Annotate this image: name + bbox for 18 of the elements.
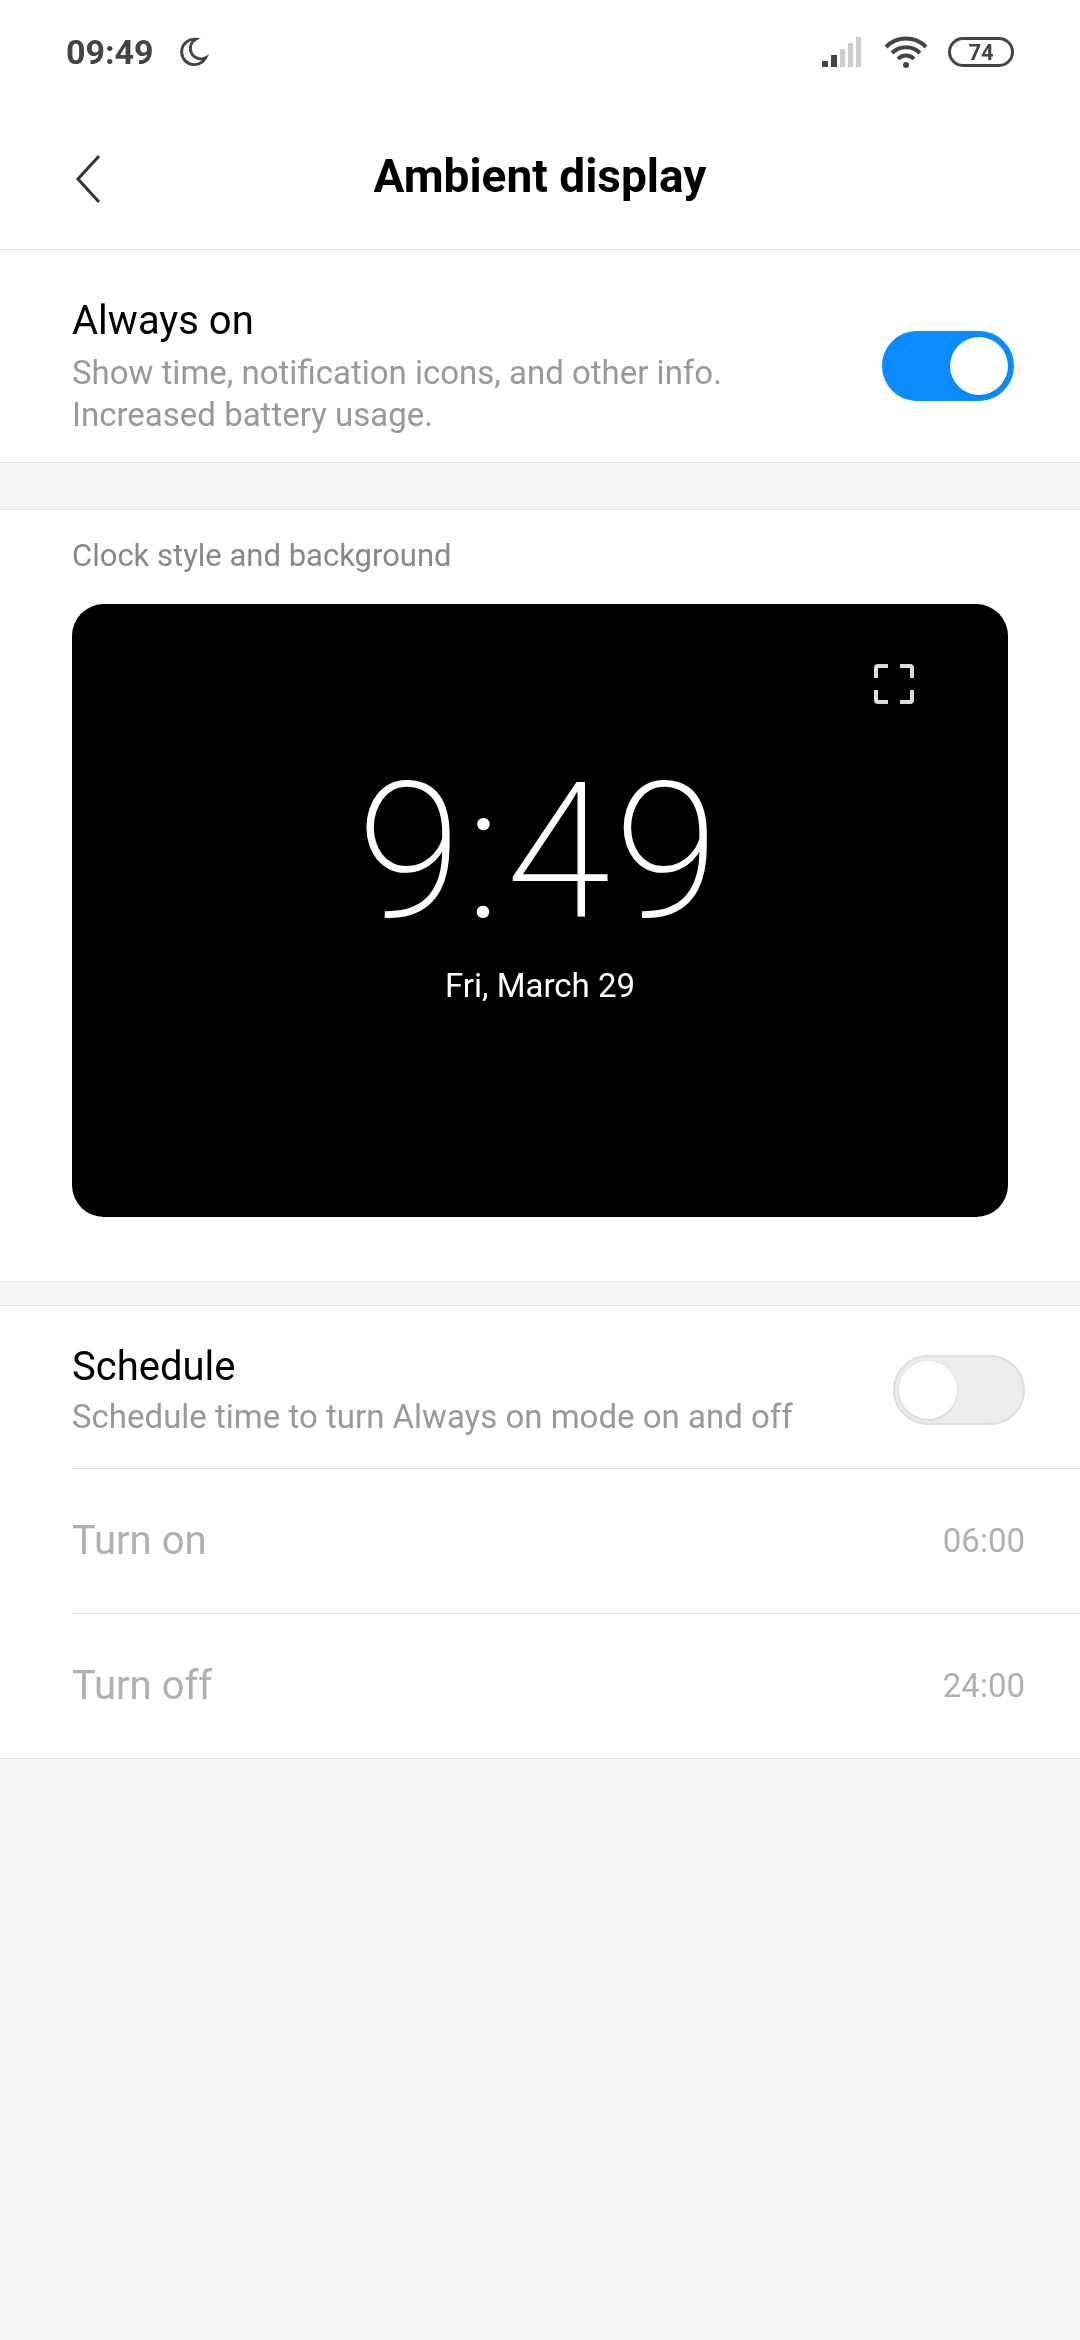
page-title: Ambient display [373, 148, 707, 205]
section-label: Clock style and background [72, 536, 453, 576]
row-label: Turn off [72, 1661, 213, 1711]
setting-description: Schedule time to turn Always on mode on and off [72, 1396, 794, 1438]
setting-title: Schedule [72, 1342, 237, 1392]
clock-time: 9:49 [357, 752, 723, 952]
row-label: Turn on [72, 1516, 207, 1566]
setting-description: Show time, notification icons, and other info. Increased battery usage. [72, 352, 723, 436]
status-time: 09:49 [66, 30, 154, 74]
clock-date: Fri, March 29 [444, 966, 636, 1006]
battery-indicator: 74 [948, 37, 1014, 67]
row-value: 06:00 [942, 1520, 1025, 1563]
wifi-icon [884, 35, 928, 69]
row-value: 24:00 [942, 1665, 1025, 1708]
setting-title: Always on [72, 296, 255, 346]
fullscreen-icon[interactable] [874, 664, 914, 704]
signal-icon [822, 37, 864, 67]
clock-preview-card[interactable]: 9:49 Fri, March 29 [72, 604, 1008, 1217]
